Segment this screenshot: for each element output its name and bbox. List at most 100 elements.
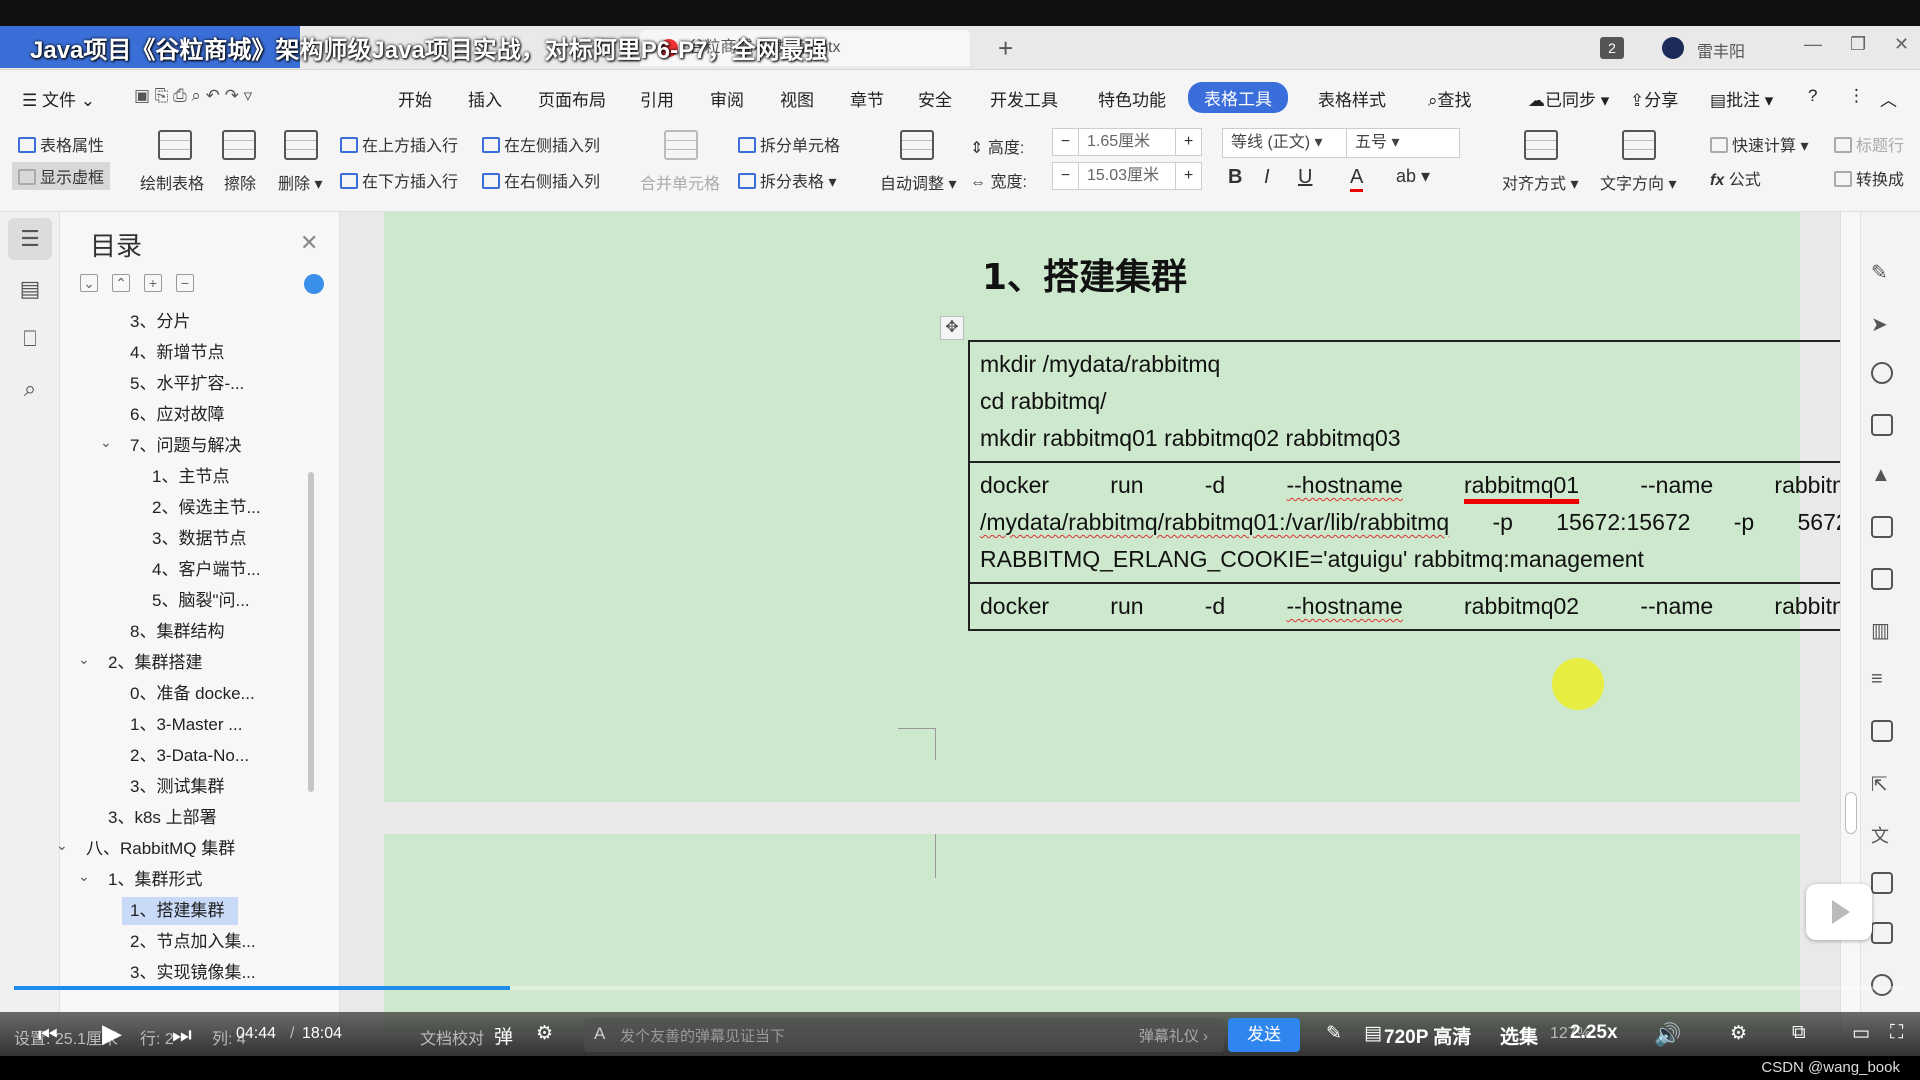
remove-heading-icon[interactable]: − xyxy=(176,274,194,292)
bookmark-panel-icon[interactable]: ⎕ xyxy=(16,326,44,352)
collapse-all-icon[interactable]: ⌃ xyxy=(112,274,130,292)
width-increase-button[interactable]: + xyxy=(1175,163,1201,189)
auto-adjust-button[interactable]: 自动调整 ▾ xyxy=(880,170,957,194)
apps-icon[interactable] xyxy=(1871,568,1893,590)
danmaku-style-icon[interactable]: A xyxy=(594,1024,605,1044)
font-name-select[interactable]: 等线 (正文) ▾ xyxy=(1222,128,1352,158)
toc-item[interactable]: 1、搭建集群 xyxy=(122,897,239,925)
menu-item-security[interactable]: 安全 xyxy=(918,86,952,111)
height-increase-button[interactable]: + xyxy=(1175,129,1201,155)
avatar[interactable] xyxy=(1662,37,1684,59)
badge-icon[interactable] xyxy=(1871,974,1893,996)
insert-row-above-button[interactable]: 在上方插入行 xyxy=(340,132,458,156)
menu-item-layout[interactable]: 页面布局 xyxy=(538,86,606,111)
send-button[interactable]: 发送 xyxy=(1228,1018,1300,1052)
toc-item[interactable]: 3、k8s 上部署 xyxy=(100,804,231,832)
table-move-handle-icon[interactable]: ✥ xyxy=(940,316,964,340)
delete-button[interactable]: 删除 ▾ xyxy=(278,170,323,194)
menu-item-features[interactable]: 特色功能 xyxy=(1098,86,1166,111)
font-color-button[interactable]: A xyxy=(1350,166,1364,192)
restore-button[interactable]: ❐ xyxy=(1850,34,1866,55)
pen-tool-icon[interactable]: ✎ xyxy=(1326,1022,1342,1045)
resolution-button[interactable]: 720P 高清 xyxy=(1384,1022,1471,1049)
toc-panel-icon[interactable]: ☰ xyxy=(8,218,52,260)
previous-icon[interactable]: ⏮ xyxy=(38,1022,58,1048)
quick-access-toolbar[interactable]: ▣ ⎘ ⎙ ⌕ ↶ ↷ ▿ xyxy=(134,86,252,106)
tab-table-tools[interactable]: 表格工具 xyxy=(1188,82,1288,113)
toc-item[interactable]: 6、应对故障 xyxy=(122,401,238,429)
chevron-down-icon[interactable]: ⌄ xyxy=(56,837,68,854)
width-decrease-button[interactable]: − xyxy=(1053,163,1079,189)
pages-panel-icon[interactable]: ▤ xyxy=(16,276,44,302)
split-cells-button[interactable]: 拆分单元格 xyxy=(738,132,840,156)
danmaku-etiquette-link[interactable]: 弹幕礼仪 › xyxy=(1139,1025,1208,1046)
find-panel-icon[interactable]: ⌕ xyxy=(16,376,44,402)
italic-button[interactable]: I xyxy=(1264,166,1270,189)
toc-item[interactable]: 1、3-Master ... xyxy=(122,711,256,739)
search-command[interactable]: ⌕查找 xyxy=(1428,86,1472,111)
toc-item[interactable]: 八、RabbitMQ 集群 xyxy=(78,835,249,863)
table-properties-button[interactable]: 表格属性 xyxy=(18,132,104,156)
shapes-icon[interactable] xyxy=(1871,414,1893,436)
toc-item[interactable]: 3、测试集群 xyxy=(122,773,238,801)
add-heading-icon[interactable]: + xyxy=(144,274,162,292)
toc-item[interactable]: 2、集群搭建 xyxy=(100,649,216,677)
align-button[interactable]: 对齐方式 ▾ xyxy=(1502,170,1579,194)
new-tab-button[interactable]: + xyxy=(998,33,1013,64)
toc-item[interactable]: 4、客户端节... xyxy=(144,556,275,584)
danmaku-toggle-icon[interactable]: 弹 xyxy=(494,1022,513,1049)
menu-item-table-style[interactable]: 表格样式 xyxy=(1318,86,1386,111)
toc-item[interactable]: 5、水平扩容-... xyxy=(122,370,258,398)
convert-button[interactable]: 转换成 xyxy=(1834,166,1904,190)
show-border-button[interactable]: 显示虚框 xyxy=(12,162,111,190)
danmaku-input[interactable]: A 发个友善的弹幕见证当下 弹幕礼仪 › xyxy=(584,1018,1224,1052)
row-height-input[interactable]: − +1.65厘米 xyxy=(1052,128,1202,156)
sync-status[interactable]: ☁已同步 ▾ xyxy=(1528,86,1609,111)
table-icon[interactable] xyxy=(1871,516,1893,538)
title-row-button[interactable]: 标题行 xyxy=(1834,132,1904,156)
draw-table-button[interactable]: 绘制表格 xyxy=(140,170,204,194)
toc-item[interactable]: 7、问题与解决 xyxy=(122,432,255,460)
toc-item[interactable]: 2、3-Data-No... xyxy=(122,742,263,770)
insert-col-right-button[interactable]: 在右侧插入列 xyxy=(482,168,600,192)
menu-item-home[interactable]: 开始 xyxy=(398,86,432,111)
formula-button[interactable]: fx 公式 xyxy=(1710,166,1761,190)
toc-item[interactable]: 3、实现镜像集... xyxy=(122,959,270,987)
widescreen-icon[interactable]: ▭ xyxy=(1852,1022,1870,1045)
chart-icon[interactable]: ▥ xyxy=(1871,618,1893,642)
floating-play-button[interactable] xyxy=(1806,884,1872,940)
playback-speed-button[interactable]: 2.25x xyxy=(1570,1022,1618,1044)
fill-icon[interactable]: ▲ xyxy=(1871,464,1893,486)
close-button[interactable]: ✕ xyxy=(1894,34,1909,55)
toc-scrollbar[interactable] xyxy=(308,472,314,792)
table-cell[interactable]: mkdir /mydata/rabbitmq cd rabbitmq/ mkdi… xyxy=(970,342,1840,463)
split-table-button[interactable]: 拆分表格 ▾ xyxy=(738,168,837,192)
share-button[interactable]: ⇪分享 xyxy=(1630,86,1678,111)
next-icon[interactable]: ⏭ xyxy=(172,1022,192,1048)
collapse-ribbon-icon[interactable]: ︿ xyxy=(1880,86,1897,111)
image-icon[interactable] xyxy=(1871,720,1893,742)
erase-button[interactable]: 擦除 xyxy=(224,170,256,194)
chevron-down-icon[interactable]: ⌄ xyxy=(78,868,90,885)
style-icon[interactable] xyxy=(1871,362,1893,384)
settings-gear-icon[interactable]: ⚙ xyxy=(1730,1022,1747,1045)
toc-item[interactable]: 0、准备 docke... xyxy=(122,680,269,708)
play-icon[interactable]: ▶ xyxy=(102,1018,122,1049)
fullscreen-icon[interactable]: ⛶ xyxy=(1890,1022,1903,1044)
settings-icon[interactable]: ≡ xyxy=(1871,668,1893,690)
comment-button[interactable]: ▤批注 ▾ xyxy=(1710,86,1773,111)
select-icon[interactable]: ➤ xyxy=(1871,312,1893,336)
underline-button[interactable]: U xyxy=(1298,166,1312,189)
merge-cells-button[interactable]: 合并单元格 xyxy=(640,170,720,194)
insert-row-below-button[interactable]: 在下方插入行 xyxy=(340,168,458,192)
menu-item-chapter[interactable]: 章节 xyxy=(850,86,884,111)
episode-select-button[interactable]: 选集 xyxy=(1500,1022,1538,1049)
menu-item-devtools[interactable]: 开发工具 xyxy=(990,86,1058,111)
more-icon[interactable]: ⋮ xyxy=(1848,86,1865,106)
expand-all-icon[interactable]: ⌄ xyxy=(80,274,98,292)
close-icon[interactable]: ✕ xyxy=(300,230,318,256)
help-icon[interactable]: ? xyxy=(1808,86,1817,106)
user-name[interactable]: 雷丰阳 xyxy=(1697,38,1745,62)
pip-icon[interactable]: ⧉ xyxy=(1792,1022,1806,1044)
toc-sync-toggle[interactable] xyxy=(304,274,324,294)
